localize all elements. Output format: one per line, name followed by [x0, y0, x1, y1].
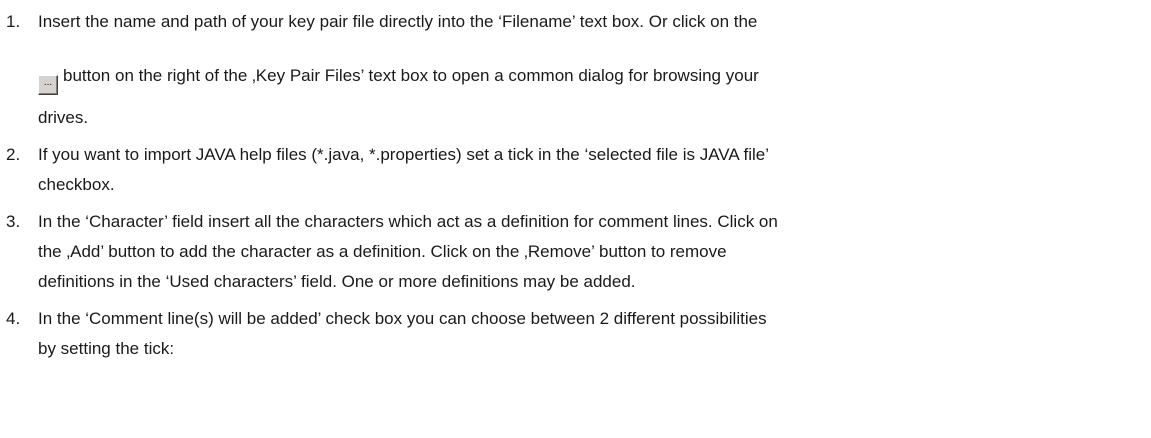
list-item-text-line: If you want to import JAVA help files (*… — [38, 145, 770, 164]
instruction-document: 1. Insert the name and path of your key … — [0, 0, 1151, 438]
list-item-number: 4. — [6, 309, 21, 328]
list-item-number: 3. — [6, 212, 21, 231]
list-item-number: 2. — [6, 145, 21, 164]
list-item-text-line: checkbox. — [38, 175, 115, 194]
list-item-text-line: the ‚Add’ button to add the character as… — [38, 242, 727, 261]
list-item-text-line: In the ‘Comment line(s) will be added’ c… — [38, 309, 767, 328]
list-item-text-line: definitions in the ‘Used characters’ fie… — [38, 272, 636, 291]
list-item-text-line: Insert the name and path of your key pai… — [38, 12, 758, 31]
list-item-text-fragment: button on the right of the ‚Key Pair Fil… — [63, 66, 759, 85]
list-item-text-line: by setting the tick: — [38, 339, 175, 358]
list-item-number: 1. — [6, 12, 21, 31]
browse-button-icon: ... — [38, 75, 58, 95]
list-item-text-line: drives. — [38, 108, 89, 127]
list-item-text-line: ... button on the right of the ‚Key Pair … — [38, 66, 759, 95]
list-item-text-line: In the ‘Character’ field insert all the … — [38, 212, 778, 231]
